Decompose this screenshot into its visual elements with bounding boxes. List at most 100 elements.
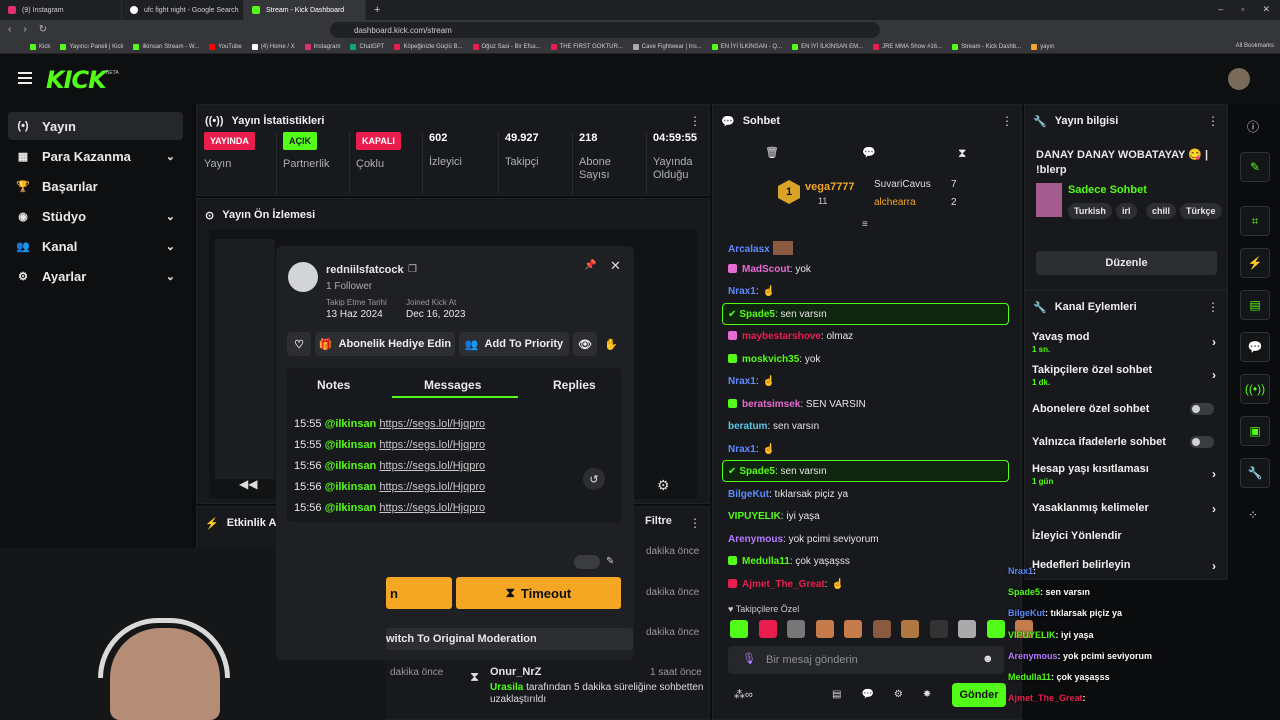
minimize-icon[interactable]: – xyxy=(1218,4,1223,15)
message-link[interactable]: https://segs.lol/Hjqpro xyxy=(379,460,485,472)
rewind-icon[interactable]: ◀◀ xyxy=(239,477,257,491)
document-icon[interactable]: ▤ xyxy=(1240,290,1270,320)
more-options-icon[interactable]: ⋮ xyxy=(689,114,701,128)
info-more-icon[interactable]: ⋮ xyxy=(1207,114,1219,128)
message-link[interactable]: https://segs.lol/Hjqpro xyxy=(379,502,485,514)
lightning-icon[interactable]: ⚡ xyxy=(1240,248,1270,278)
action-yasaklanmış-kelimeler[interactable]: Yasaklanmış kelimeler › xyxy=(1032,502,1222,516)
chat-input[interactable]: Bir mesaj gönderin xyxy=(728,646,1004,674)
pin-icon[interactable]: 📌 xyxy=(584,260,596,271)
settings-icon[interactable]: ⚙ xyxy=(657,477,670,494)
bookmark-item[interactable]: EN İYİ İLKİNSAN - Q... xyxy=(711,43,782,50)
send-button[interactable]: Gönder xyxy=(952,683,1006,707)
emote-icon[interactable] xyxy=(844,620,862,638)
actions-more-icon[interactable]: ⋮ xyxy=(1207,300,1219,314)
sidebar-item-ayarlar[interactable]: ⚙ Ayarlar ⌄ xyxy=(8,262,183,290)
copy-icon[interactable]: ❐ xyxy=(408,264,417,275)
sidebar-item-para-kazanma[interactable]: ▦ Para Kazanma ⌄ xyxy=(8,142,183,170)
browser-tab-instagram[interactable]: (9) Instagram xyxy=(0,0,122,20)
message-user[interactable]: @ilkinsan xyxy=(325,502,377,514)
toggle-switch[interactable] xyxy=(1190,403,1214,415)
action-hedefleri-belirleyin[interactable]: Hedefleri belirleyin › xyxy=(1032,559,1222,573)
emote-icon[interactable] xyxy=(872,620,891,638)
bookmark-item[interactable]: Stream - Kick Dashb... xyxy=(952,43,1021,50)
bookmark-item[interactable]: Köpeğinizle Güçlü B... xyxy=(394,43,463,50)
chat-username[interactable]: Spade5 xyxy=(739,309,775,320)
emote-icon[interactable] xyxy=(730,620,748,638)
emote-icon[interactable] xyxy=(929,620,948,638)
ban-button[interactable]: n xyxy=(386,577,452,609)
message-user[interactable]: @ilkinsan xyxy=(325,481,377,493)
chat-gear-icon[interactable]: ⚙ xyxy=(894,689,903,700)
bookmark-item[interactable]: Kick xyxy=(30,43,50,50)
back-icon[interactable]: ‹ xyxy=(8,24,11,35)
tab-notes[interactable]: Notes xyxy=(317,378,350,392)
switch-moderation-button[interactable]: witch To Original Moderation xyxy=(386,628,633,650)
layout-icon[interactable]: ▣ xyxy=(1240,416,1270,446)
chat-username[interactable]: Ajmet_The_Great xyxy=(742,579,825,590)
tag-pill[interactable]: chill xyxy=(1146,203,1177,219)
leader-3[interactable]: alchearra xyxy=(874,197,916,208)
tag-pill[interactable]: Türkçe xyxy=(1180,203,1222,219)
edit-icon[interactable]: ✎ xyxy=(606,556,614,567)
trash-icon[interactable]: 🗑 xyxy=(765,146,779,159)
action-i-zleyici-yönlendir[interactable]: İzleyici Yönlendir xyxy=(1032,530,1222,542)
sidebar-item-kanal[interactable]: 👥 Kanal ⌄ xyxy=(8,232,183,260)
chat-username[interactable]: MadScout xyxy=(742,264,790,275)
edit-button[interactable]: Düzenle xyxy=(1036,251,1217,275)
chat-username[interactable]: Medulla11 xyxy=(742,556,790,567)
reload-icon[interactable]: ↻ xyxy=(39,24,47,35)
action-yavaş-mod[interactable]: Yavaş mod 1 sn. › xyxy=(1032,331,1222,354)
maximize-icon[interactable]: ▫ xyxy=(1241,4,1244,15)
bookmark-item[interactable]: Yayıncı Paneli | Kick xyxy=(60,43,123,50)
chat-username[interactable]: Arcalasx xyxy=(728,244,770,255)
emote-icon[interactable] xyxy=(901,620,919,638)
chat-username[interactable]: Nrax1 xyxy=(728,286,756,297)
chat-username[interactable]: maybestarshove xyxy=(742,331,821,342)
message-user[interactable]: @ilkinsan xyxy=(325,439,377,451)
emote-icon[interactable] xyxy=(758,620,777,638)
all-bookmarks[interactable]: All Bookmarks xyxy=(1236,43,1274,49)
message-link[interactable]: https://segs.lol/Hjqpro xyxy=(379,439,485,451)
emote-icon[interactable] xyxy=(986,620,1005,638)
bookmark-item[interactable]: ChatGPT xyxy=(350,43,384,50)
heart-button[interactable]: ♡ xyxy=(287,332,311,356)
leader-2[interactable]: SuvariCavus xyxy=(874,179,931,190)
message-user[interactable]: @ilkinsan xyxy=(325,418,377,430)
bookmark-item[interactable]: Oğuz Sasi - Bir Efsa... xyxy=(472,43,541,50)
chat-username[interactable]: beratsimsek xyxy=(742,399,800,410)
activity-more-icon[interactable]: ⋮ xyxy=(689,516,701,530)
bookmark-item[interactable]: Instagram xyxy=(304,43,340,50)
action-abonelere-özel-sohbet[interactable]: Abonelere özel sohbet xyxy=(1032,403,1222,415)
eye-button[interactable]: 👁 xyxy=(573,332,597,356)
timeout-button[interactable]: ⧗ Timeout xyxy=(456,577,621,609)
close-icon[interactable]: ✕ xyxy=(1262,4,1270,15)
category-name[interactable]: Sadece Sohbet xyxy=(1068,184,1147,196)
bookmark-item[interactable]: yayın xyxy=(1031,43,1054,50)
wrench-rail-icon[interactable]: 🔧 xyxy=(1240,458,1270,488)
sidebar-item-yayın[interactable]: (•) Yayın xyxy=(8,112,183,140)
tab-replies[interactable]: Replies xyxy=(553,378,596,392)
scan-icon[interactable]: ⌗ xyxy=(1240,206,1270,236)
emoji-icon[interactable]: ☻ xyxy=(982,653,994,665)
bookmark-item[interactable]: (4) Home / X xyxy=(251,43,295,50)
mod-hand-icon[interactable]: ✋ xyxy=(604,338,618,351)
chat-username[interactable]: BilgeKut xyxy=(728,489,769,500)
info-icon[interactable]: ⓘ xyxy=(1247,118,1259,135)
message-link[interactable]: https://segs.lol/Hjqpro xyxy=(379,418,485,430)
avatar[interactable] xyxy=(1228,68,1250,90)
url-field[interactable]: dashboard.kick.com/stream xyxy=(330,22,880,38)
chat-rail-icon[interactable]: 💬 xyxy=(1240,332,1270,362)
action-hesap-yaşı-kısıtlaması[interactable]: Hesap yaşı kısıtlaması 1 gün › xyxy=(1032,463,1222,486)
bookmark-item[interactable]: JRE MMA Show #16... xyxy=(873,43,942,50)
list-icon[interactable]: ▤ xyxy=(832,689,841,700)
emote-icon[interactable] xyxy=(787,620,805,638)
chat-more-icon[interactable]: ⋮ xyxy=(1001,114,1013,128)
pencil-icon[interactable]: ✎ xyxy=(1240,152,1270,182)
chat-bubble-icon[interactable]: 💬 xyxy=(862,146,876,159)
popup-toggle[interactable] xyxy=(574,555,600,569)
action-yalnızca-ifadelerle-sohbet[interactable]: Yalnızca ifadelerle sohbet xyxy=(1032,436,1222,448)
chat-username[interactable]: moskvich35 xyxy=(742,354,799,365)
hourglass-icon[interactable]: ⧗ xyxy=(958,146,966,161)
mic-icon[interactable]: 🎙 xyxy=(742,652,756,665)
